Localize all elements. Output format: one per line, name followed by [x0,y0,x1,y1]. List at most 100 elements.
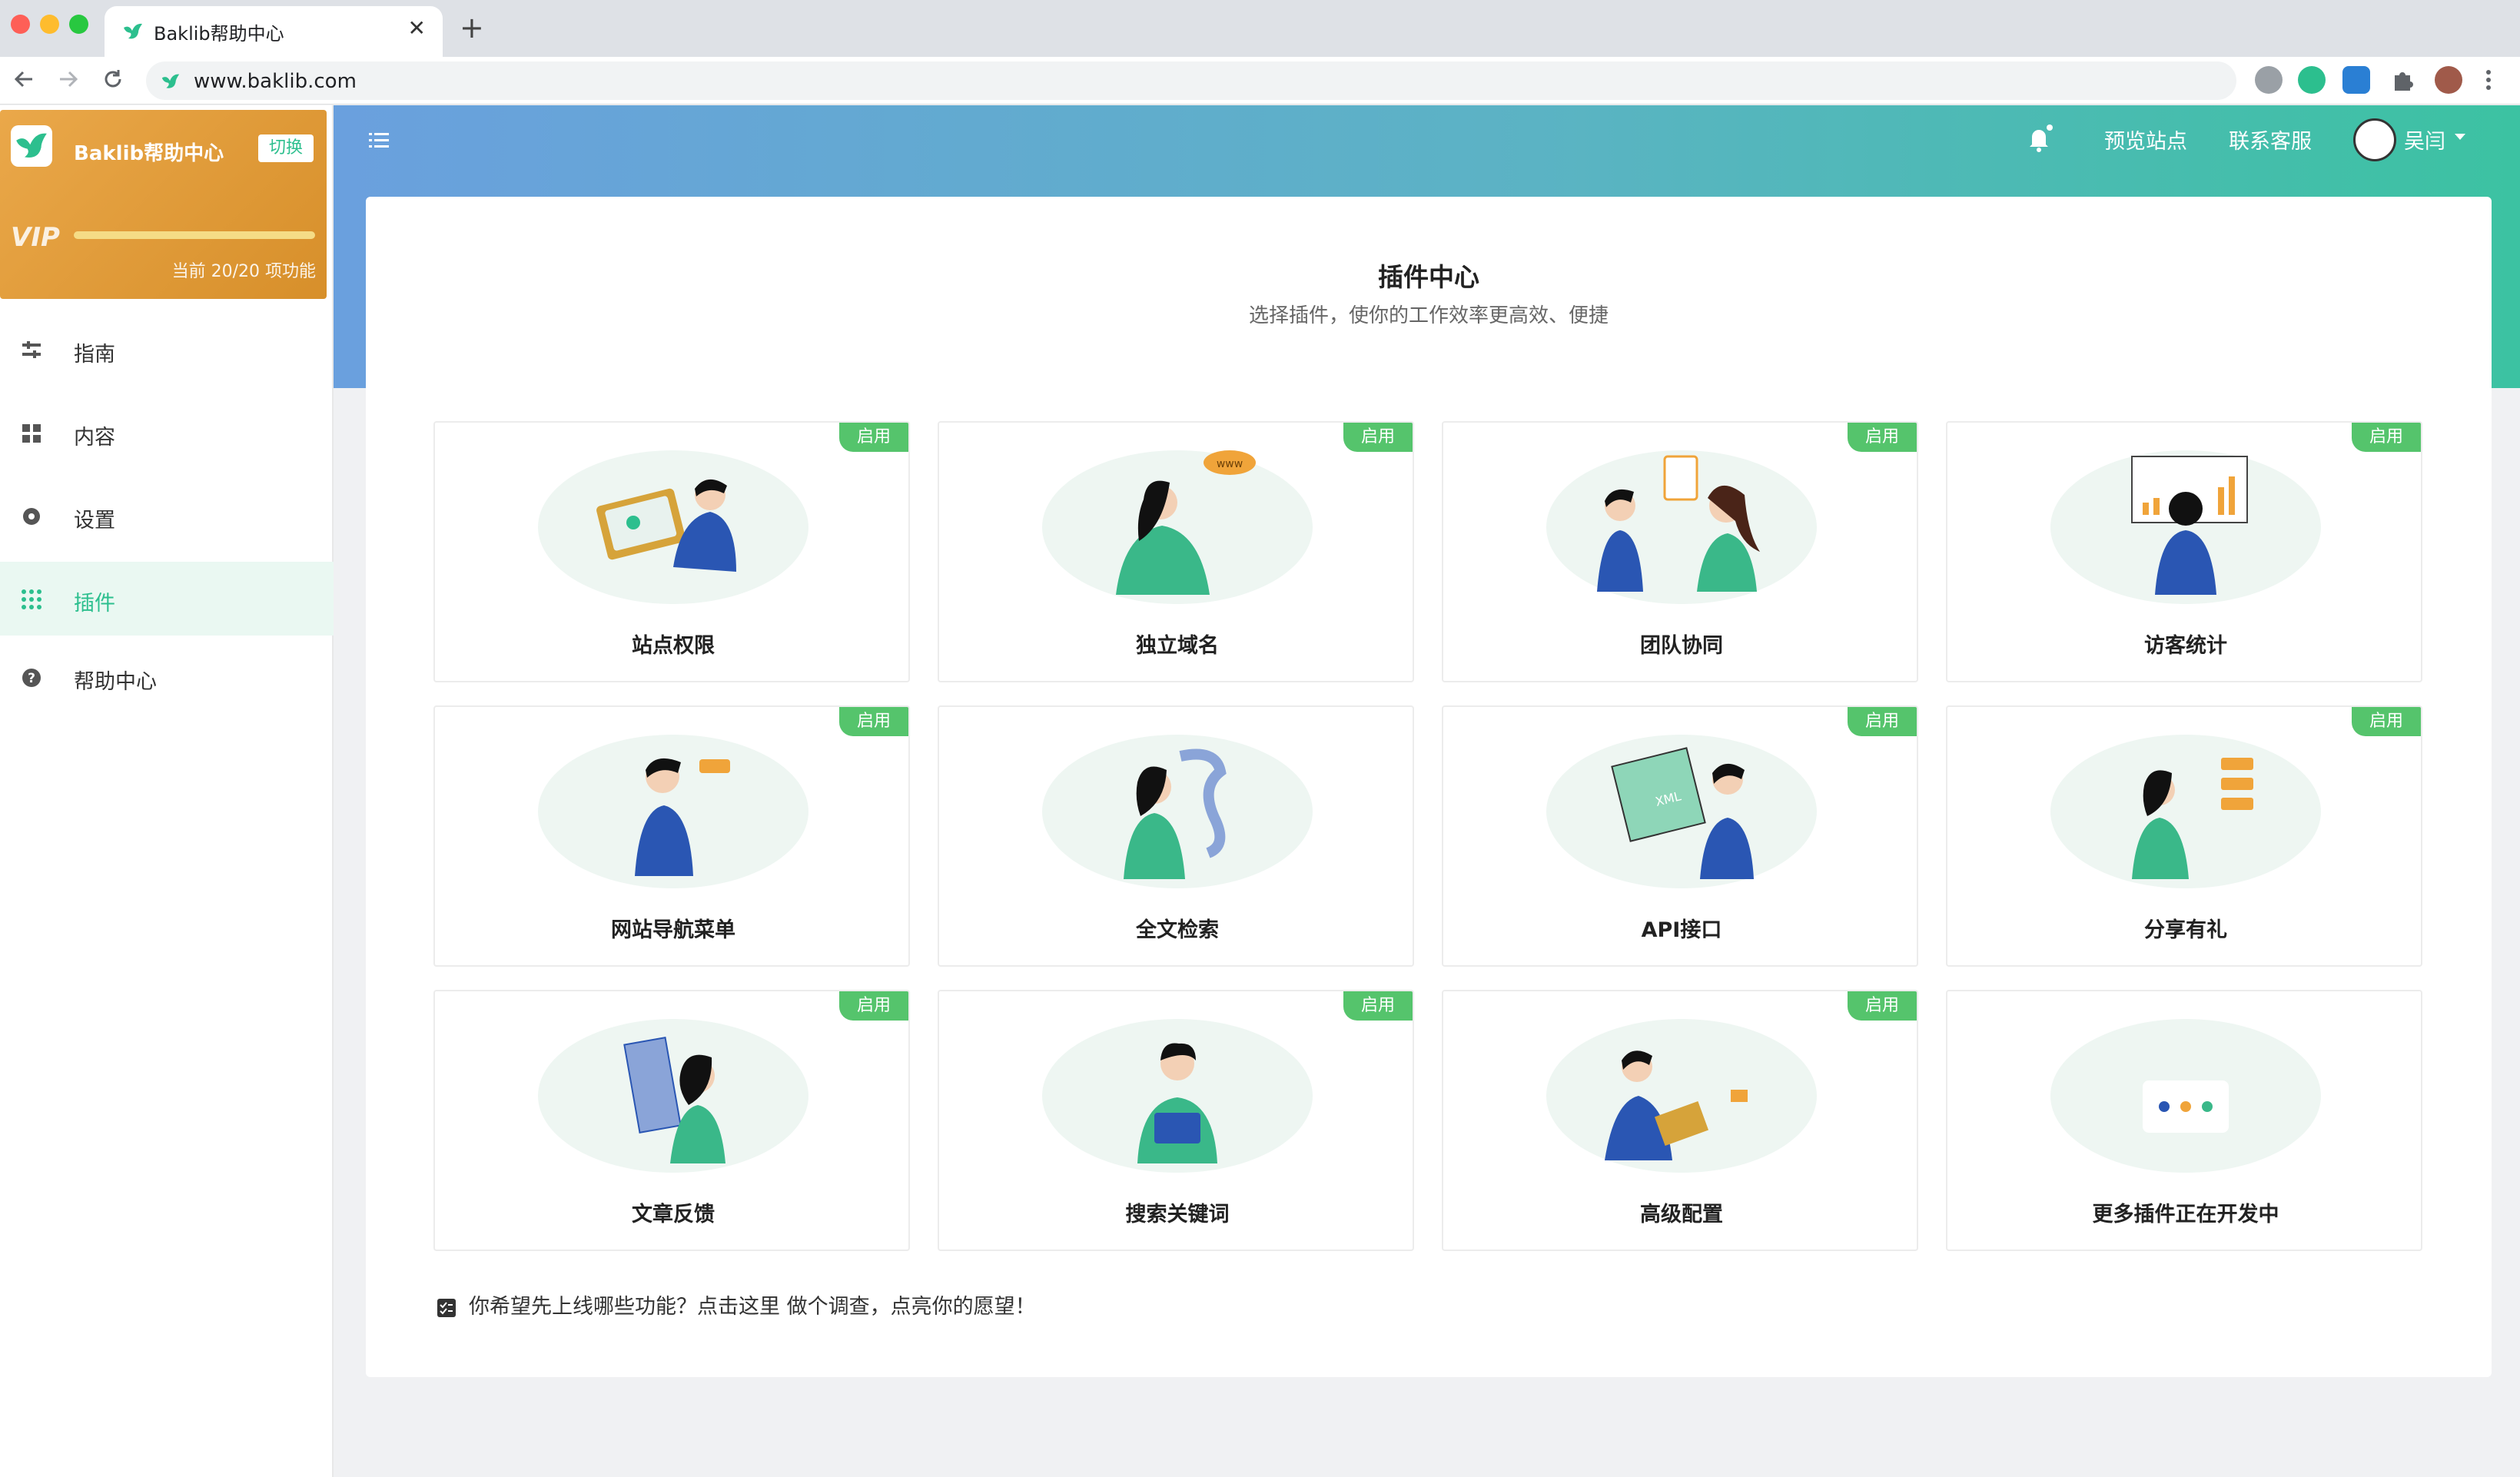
site-card: Baklib帮助中心 切换 VIP 当前 20/20 项功能 [0,110,327,299]
plugin-name: 分享有礼 [2144,918,2227,942]
enabled-badge: 启用 [1343,423,1413,452]
address-bar: www.baklib.com [0,57,2520,105]
plugin-name: API接口 [1641,918,1722,942]
chevron-down-icon[interactable] [2453,132,2467,141]
plugin-name: 更多插件正在开发中 [2092,1203,2279,1226]
plugin-card-team-collab[interactable]: 启用 团队协同 [1442,421,1918,682]
site-icon [161,74,180,88]
sidebar-item-content[interactable]: 内容 [0,396,334,470]
plugin-card-search-keywords[interactable]: 启用 搜索关键词 [938,990,1414,1251]
menu-toggle-icon[interactable] [367,129,390,152]
checklist-icon [437,1298,456,1317]
plugin-card-article-feedback[interactable]: 启用 文章反馈 [433,990,910,1251]
sidebar-item-label: 指南 [74,343,115,367]
close-window-button[interactable] [11,15,30,34]
plugin-name: 独立域名 [1136,634,1219,658]
minimize-window-button[interactable] [40,15,59,34]
back-icon[interactable] [12,68,35,91]
sidebar-item-label: 插件 [74,592,115,616]
plugin-name: 全文检索 [1136,918,1219,942]
sidebar-item-guide[interactable]: 指南 [0,313,334,387]
more-menu-icon[interactable] [2481,66,2496,94]
plugin-card-more-coming: 更多插件正在开发中 [1946,990,2422,1251]
site-permission-illustration [538,450,808,604]
browser-window: Baklib帮助中心 ✕ + www.baklib.com 预览站点 联系客服 … [0,0,2520,1477]
contact-support-link[interactable]: 联系客服 [2229,124,2312,154]
enabled-badge: 启用 [1848,707,1917,736]
api-illustration: XML [1546,735,1817,888]
preview-site-link[interactable]: 预览站点 [2104,124,2187,154]
sidebar-item-help[interactable]: ? 帮助中心 [0,640,334,714]
site-logo [11,125,52,167]
plugin-name: 文章反馈 [632,1203,715,1226]
plugin-card-api[interactable]: 启用 XML API接口 [1442,705,1918,967]
url-field[interactable]: www.baklib.com [146,61,2236,100]
survey-text: 你希望先上线哪些功能？点击这里 做个调查，点亮你的愿望！ [469,1295,1036,1319]
custom-domain-illustration: www [1042,450,1313,604]
vip-label: VIP [11,222,60,253]
sidebar-item-settings[interactable]: 设置 [0,479,334,553]
switch-site-button[interactable]: 切换 [258,134,314,162]
site-nav-menu-illustration [538,735,808,888]
referral-illustration [2050,735,2321,888]
feature-count: 当前 20/20 项功能 [171,262,316,281]
plugin-card-site-nav-menu[interactable]: 启用 网站导航菜单 [433,705,910,967]
gear-icon [23,508,40,525]
sliders-icon [22,341,41,358]
browser-tab[interactable]: Baklib帮助中心 ✕ [105,6,443,57]
apps-icon [22,589,42,609]
bell-icon[interactable] [2024,123,2055,154]
enabled-badge: 启用 [2352,423,2421,452]
tab-title: Baklib帮助中心 [154,23,284,45]
enabled-badge: 启用 [1343,991,1413,1021]
plugin-card-custom-domain[interactable]: 启用 www 独立域名 [938,421,1414,682]
sidebar-item-label: 帮助中心 [74,670,157,694]
full-text-search-illustration [1042,735,1313,888]
enabled-badge: 启用 [1848,423,1917,452]
enabled-badge: 启用 [1848,991,1917,1021]
sidebar: Baklib帮助中心 切换 VIP 当前 20/20 项功能 指南 内容 设置 … [0,105,334,1477]
plugin-name: 站点权限 [632,634,715,658]
plugin-name: 网站导航菜单 [611,918,735,942]
page-subtitle: 选择插件，使你的工作效率更高效、便捷 [1248,304,1609,327]
help-icon: ? [22,669,41,687]
user-name[interactable]: 吴闫 [2404,124,2445,154]
plugin-card-visitor-stats[interactable]: 启用 访客统计 [1946,421,2422,682]
plugin-card-full-text-search[interactable]: 全文检索 [938,705,1414,967]
plugin-card-advanced-config[interactable]: 启用 高级配置 [1442,990,1918,1251]
sidebar-item-label: 设置 [74,509,115,533]
reload-icon[interactable] [101,68,125,91]
enabled-badge: 启用 [839,707,908,736]
plugin-card-referral[interactable]: 启用 分享有礼 [1946,705,2422,967]
article-feedback-illustration [538,1019,808,1173]
sidebar-item-plugins[interactable]: 插件 [0,562,334,636]
forward-icon[interactable] [57,68,80,91]
extension-icon[interactable] [2255,66,2283,94]
user-avatar[interactable] [2353,118,2396,161]
plugin-name: 访客统计 [2144,634,2227,658]
search-keywords-illustration [1042,1019,1313,1173]
plugin-name: 团队协同 [1640,634,1723,658]
new-tab-button[interactable]: + [460,11,484,45]
tab-close-icon[interactable]: ✕ [408,15,426,41]
page-title: 插件中心 [1378,262,1479,292]
maximize-window-button[interactable] [69,15,88,34]
puzzle-icon[interactable] [2389,66,2416,94]
url-text: www.baklib.com [194,70,357,93]
enabled-badge: 启用 [2352,707,2421,736]
tab-bar: Baklib帮助中心 ✕ + [0,0,2520,57]
extension-m-icon[interactable] [2342,66,2370,94]
bird-icon [124,23,142,39]
sidebar-item-label: 内容 [74,426,115,450]
survey-link[interactable]: 你希望先上线哪些功能？点击这里 做个调查，点亮你的愿望！ [437,1289,1036,1319]
profile-avatar[interactable] [2435,66,2462,94]
plugin-center-panel: 插件中心 选择插件，使你的工作效率更高效、便捷 启用 站点权限 启用 www 独… [366,197,2492,1377]
plugin-name: 搜索关键词 [1125,1203,1230,1226]
grid-icon [22,424,41,443]
enabled-badge: 启用 [839,423,908,452]
plugin-card-site-permission[interactable]: 启用 站点权限 [433,421,910,682]
svg-text:?: ? [28,671,35,686]
more-plugins-illustration [2050,1019,2321,1173]
enabled-badge: 启用 [839,991,908,1021]
extension-check-icon[interactable] [2298,66,2326,94]
